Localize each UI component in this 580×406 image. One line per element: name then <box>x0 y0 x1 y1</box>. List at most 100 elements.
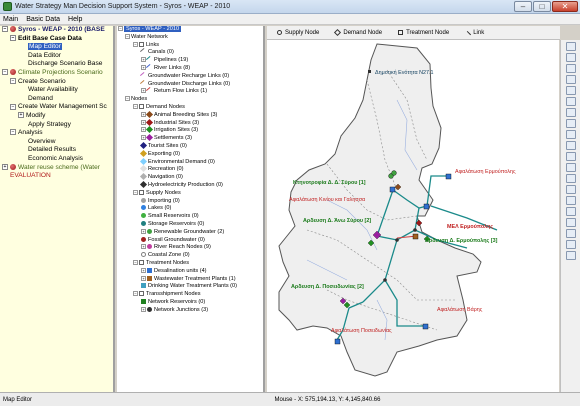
settings-icon[interactable] <box>565 229 576 238</box>
collapse-toggle[interactable]: − <box>125 96 130 102</box>
tree-item-create-scenario[interactable]: − Create Scenario <box>0 78 113 87</box>
tree-item-net-junc[interactable]: + Network Junctions (3) <box>117 307 263 315</box>
full-extent-icon[interactable] <box>565 86 576 95</box>
maximize-button[interactable]: □ <box>533 0 551 12</box>
map-label-desal-ermoupolis[interactable]: Αφαλάτωση Ερμούπολης <box>455 169 516 175</box>
tree-item-return-flow[interactable]: + Return Flow Links (1) <box>117 87 263 96</box>
info-icon[interactable] <box>565 251 576 260</box>
identify-icon[interactable] <box>565 108 576 117</box>
tree-item-fossil-gw[interactable]: Fossil Groundwater (0) <box>117 237 263 245</box>
tree-item-demand-nodes[interactable]: − Demand Nodes <box>117 104 263 112</box>
tree-item-canals[interactable]: Canals (0) <box>117 48 263 57</box>
map-label-wwtp-ermoupolis[interactable]: ΜΕΛ Ερμούπολης <box>447 224 493 230</box>
minimize-button[interactable]: – <box>514 0 532 12</box>
tree-item-evaluation[interactable]: EVALUATION <box>0 172 113 181</box>
save-icon[interactable] <box>565 196 576 205</box>
expand-toggle[interactable]: + <box>18 112 24 119</box>
collapse-toggle[interactable]: − <box>133 103 138 109</box>
tree-item-dwtp[interactable]: Drinking Water Treatment Plants (0) <box>117 283 263 291</box>
print-icon[interactable] <box>565 207 576 216</box>
expand-toggle[interactable]: + <box>141 228 146 234</box>
tree-item-analysis[interactable]: − Analysis <box>0 129 113 138</box>
edit-icon[interactable] <box>565 163 576 172</box>
map-label-desal-kini[interactable]: Αφαλάτωση Κινίου και Γαλησσα <box>289 197 365 203</box>
menu-main[interactable]: Main <box>3 16 18 23</box>
measure-icon[interactable] <box>565 119 576 128</box>
tree-item-lakes[interactable]: Lakes (0) <box>117 205 263 213</box>
tree-item-demand[interactable]: Demand <box>0 95 113 104</box>
collapse-toggle[interactable]: − <box>133 189 138 195</box>
collapse-toggle[interactable]: − <box>125 33 130 39</box>
collapse-toggle[interactable]: − <box>133 291 138 297</box>
pan-icon[interactable] <box>565 75 576 84</box>
tree-item-coastal[interactable]: Coastal Zone (0) <box>117 252 263 260</box>
tree-item-detailed-results[interactable]: Detailed Results <box>0 146 113 155</box>
expand-toggle[interactable]: + <box>2 163 8 170</box>
collapse-toggle[interactable]: − <box>10 129 16 136</box>
tree-item-small-res[interactable]: Small Reservoirs (0) <box>117 213 263 221</box>
tree-item-data-editor[interactable]: Data Editor <box>0 52 113 61</box>
map-label-hermoupoli-unit[interactable]: Δημοτική Ενότητα Ν27.1 <box>375 70 434 76</box>
supply-node-tool[interactable]: Supply Node <box>277 30 319 36</box>
collapse-toggle[interactable]: − <box>133 41 138 47</box>
tree-item-gw-recharge[interactable]: Groundwater Recharge Links (0) <box>117 71 263 81</box>
tree-item-river-reach[interactable]: + River Reach Nodes (9) <box>117 244 263 252</box>
map-label-animal-syros[interactable]: Κτηνοτροφία Δ. Δ. Σύρου [1] <box>293 180 366 186</box>
select-icon[interactable] <box>565 97 576 106</box>
checkbox[interactable] <box>139 291 144 297</box>
layer-icon[interactable] <box>565 130 576 139</box>
treatment-node-tool[interactable]: Treatment Node <box>398 30 449 36</box>
tree-item-economic-analysis[interactable]: Economic Analysis <box>0 155 113 164</box>
tree-item-modify[interactable]: + Modify <box>0 112 113 121</box>
tree-item-links[interactable]: − Links <box>117 42 263 50</box>
expand-toggle[interactable]: + <box>141 275 146 281</box>
tree-item-settlements[interactable]: + Settlements (3) <box>117 134 263 143</box>
tree-item-edit-base[interactable]: − Edit Base Case Data <box>0 35 113 44</box>
tree-item-irrigation[interactable]: + Irrigation Sites (3) <box>117 126 263 135</box>
collapse-toggle[interactable]: − <box>2 26 8 33</box>
tree-item-industrial[interactable]: + Industrial Sites (3) <box>117 118 263 128</box>
collapse-toggle[interactable]: − <box>2 69 8 76</box>
tree-item-apply-strategy[interactable]: Apply Strategy <box>0 121 113 130</box>
tree-item-reuse-scheme[interactable]: + Water reuse scheme (Water <box>0 164 113 173</box>
tree-item-storage-res[interactable]: Storage Reservoirs (0) <box>117 221 263 229</box>
tree-root[interactable]: − Syros - WEAP - 2010 <box>117 26 263 34</box>
label-icon[interactable] <box>565 152 576 161</box>
checkbox[interactable] <box>139 259 144 265</box>
collapse-toggle[interactable]: − <box>10 77 16 84</box>
tree-item-hydro[interactable]: Hydroelectricity Production (0) <box>117 180 263 190</box>
tree-item-desal[interactable]: + Desalination units (4) <box>117 268 263 276</box>
zoom-in-icon[interactable] <box>565 53 576 62</box>
demand-node-tool[interactable]: Demand Node <box>334 28 382 37</box>
close-button[interactable]: ✕ <box>552 0 578 12</box>
delete-icon[interactable] <box>565 174 576 183</box>
menu-basic-data[interactable]: Basic Data <box>26 16 60 23</box>
tree-item-renew-gw[interactable]: + Renewable Groundwater (2) <box>117 229 263 237</box>
checkbox[interactable] <box>139 189 144 195</box>
grid-icon[interactable] <box>565 141 576 150</box>
tree-item-climate[interactable]: − Climate Projections Scenario <box>0 69 113 78</box>
tree-item-supply-nodes[interactable]: − Supply Nodes <box>117 190 263 198</box>
tree-item-discharge[interactable]: Discharge Scenario Base <box>0 60 113 69</box>
tree-item-navigation[interactable]: Navigation (0) <box>117 173 263 182</box>
expand-toggle[interactable]: + <box>141 244 146 250</box>
expand-toggle[interactable]: + <box>141 306 146 312</box>
collapse-toggle[interactable]: − <box>10 103 16 110</box>
tree-item-create-wms[interactable]: − Create Water Management Sc <box>0 103 113 112</box>
tree-item-overview[interactable]: Overview <box>0 138 113 147</box>
tree-root[interactable]: − Syros - WEAP - 2010 (BASE <box>0 26 113 35</box>
checkbox[interactable] <box>139 103 144 109</box>
tree-item-wwtp[interactable]: + Wastewater Treatment Plants (1) <box>117 276 263 284</box>
collapse-toggle[interactable]: − <box>133 259 138 265</box>
expand-toggle[interactable]: + <box>141 57 146 63</box>
checkbox[interactable] <box>139 41 144 47</box>
tree-item-env-demand[interactable]: Environmental Demand (0) <box>117 157 263 167</box>
menu-help[interactable]: Help <box>68 16 82 23</box>
map-label-irrigation-ermoupolis[interactable]: Αρδευση Δ. Ερμούπολης [3] <box>425 238 497 244</box>
tree-item-exporting[interactable]: Exporting (0) <box>117 149 263 159</box>
expand-toggle[interactable]: + <box>141 267 146 273</box>
zoom-out-icon[interactable] <box>565 64 576 73</box>
tree-item-water-network[interactable]: − Water Network <box>117 34 263 42</box>
expand-toggle[interactable]: + <box>141 127 146 133</box>
map-label-irrigation-ano-syros[interactable]: Αρδευση Δ. Άνω Σύρου [2] <box>303 218 371 224</box>
